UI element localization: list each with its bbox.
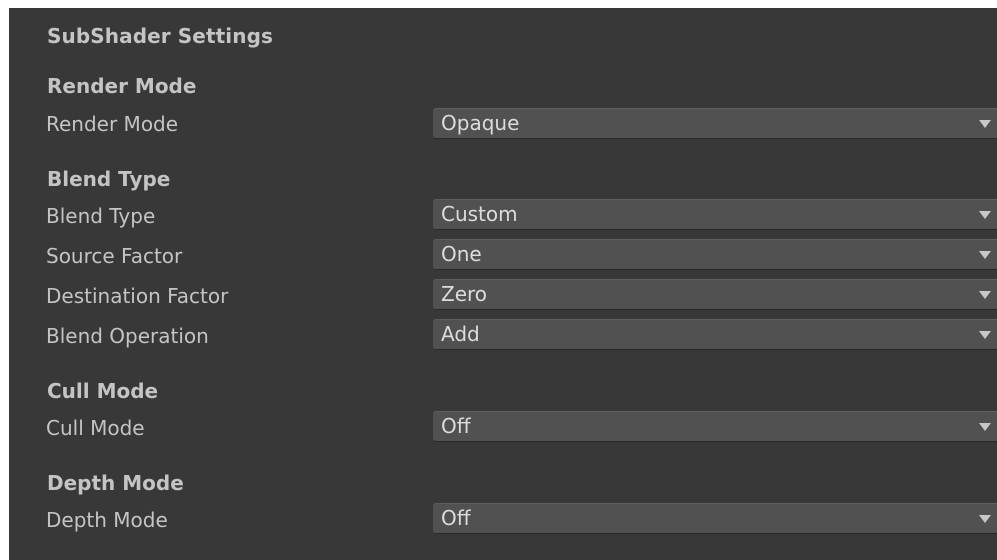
render-mode-value: Opaque [441,111,520,135]
render-mode-dropdown[interactable]: Opaque [433,108,997,139]
destination-factor-value: Zero [441,282,488,306]
blend-operation-dropdown[interactable]: Add [433,319,997,350]
destination-factor-dropdown[interactable]: Zero [433,279,997,310]
cull-mode-value: Off [441,414,471,438]
source-factor-label: Source Factor [46,244,183,268]
section-header-cull-mode: Cull Mode [47,379,159,403]
section-header-render-mode: Render Mode [47,74,197,98]
depth-mode-value: Off [441,506,471,530]
source-factor-value: One [441,242,482,266]
cull-mode-dropdown[interactable]: Off [433,411,997,442]
blend-operation-label: Blend Operation [46,324,209,348]
subshader-settings-panel: SubShader Settings Render Mode Render Mo… [9,8,997,560]
chevron-down-icon [979,120,991,128]
blend-type-dropdown[interactable]: Custom [433,199,997,230]
depth-mode-dropdown[interactable]: Off [433,503,997,534]
blend-operation-value: Add [441,322,480,346]
chevron-down-icon [979,251,991,259]
destination-factor-label: Destination Factor [46,284,229,308]
panel-title: SubShader Settings [47,24,274,48]
render-mode-label: Render Mode [46,112,179,136]
depth-mode-label: Depth Mode [46,508,168,532]
chevron-down-icon [979,331,991,339]
section-header-depth-mode: Depth Mode [47,471,184,495]
blend-type-value: Custom [441,202,518,226]
section-header-blend-type: Blend Type [47,167,171,191]
source-factor-dropdown[interactable]: One [433,239,997,270]
cull-mode-label: Cull Mode [46,416,145,440]
chevron-down-icon [979,515,991,523]
chevron-down-icon [979,211,991,219]
blend-type-label: Blend Type [46,204,156,228]
chevron-down-icon [979,423,991,431]
chevron-down-icon [979,291,991,299]
